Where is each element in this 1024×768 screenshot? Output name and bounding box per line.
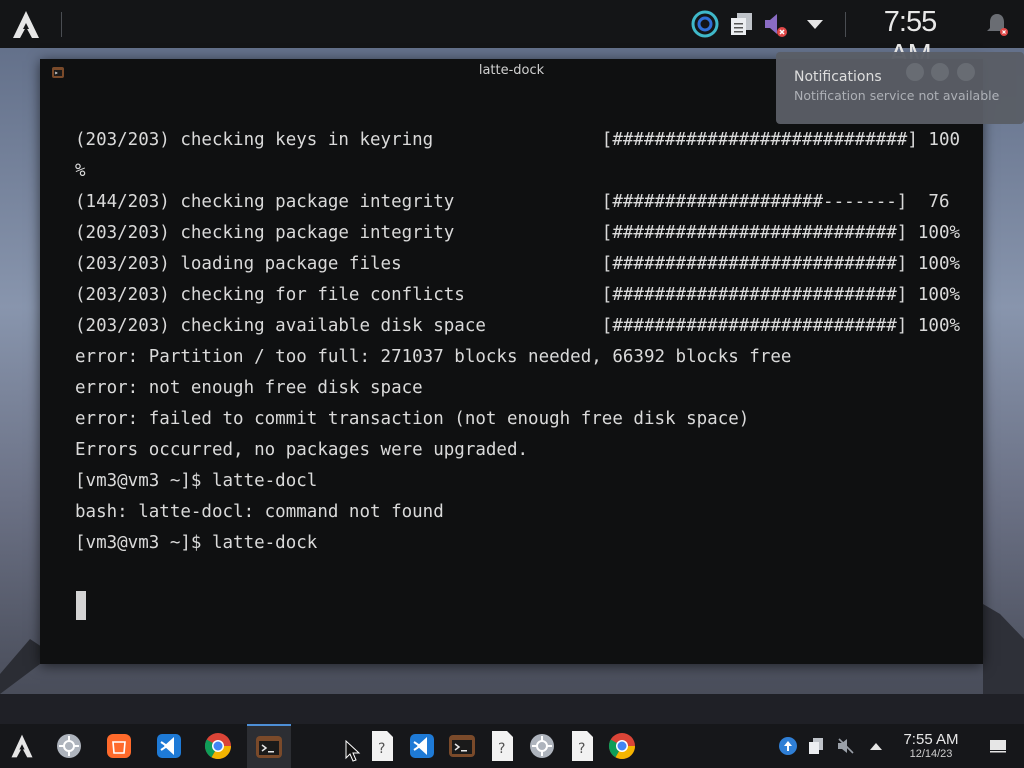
show-desktop-icon[interactable]	[978, 726, 1018, 766]
dock-clock[interactable]: 7:55 AM	[892, 732, 970, 747]
unknown-file-icon[interactable]: ?	[560, 726, 604, 766]
top-panel: 7:55 AM	[0, 0, 1024, 71]
close-icon[interactable]	[957, 63, 975, 81]
notification-button[interactable]	[931, 63, 949, 81]
panel-separator	[61, 12, 62, 37]
notification-message: Notification service not available	[794, 88, 1000, 103]
terminal-line: (203/203) checking package integrity [##…	[75, 223, 961, 243]
app-store-icon[interactable]	[97, 726, 141, 766]
arch-logo-icon[interactable]	[0, 726, 44, 766]
settings-icon[interactable]	[47, 726, 91, 766]
terminal-line: [vm3@vm3 ~]$ latte-docl	[75, 471, 318, 491]
terminal-icon[interactable]	[440, 726, 484, 766]
chrome-icon[interactable]	[600, 726, 644, 766]
terminal-window[interactable]: latte-dock (203/203) checking keys in ke…	[40, 59, 983, 664]
terminal-line: bash: latte-docl: command not found	[75, 502, 444, 522]
dock-date[interactable]: 12/14/23	[892, 748, 970, 760]
vscode-icon[interactable]	[147, 726, 191, 766]
unknown-file-icon[interactable]: ?	[480, 726, 524, 766]
chevron-up-icon[interactable]	[856, 726, 896, 766]
svg-text:?: ?	[578, 741, 585, 757]
vscode-icon[interactable]	[400, 726, 444, 766]
terminal-line: (203/203) checking keys in keyring [####…	[75, 130, 961, 150]
notification-popup[interactable]: Notifications Notification service not a…	[776, 52, 1024, 124]
notification-title: Notifications	[794, 69, 882, 85]
arch-logo-icon[interactable]	[10, 9, 42, 41]
notification-button[interactable]	[906, 63, 924, 81]
terminal-line: (144/203) checking package integrity [##…	[75, 192, 950, 212]
terminal-line: error: Partition / too full: 271037 bloc…	[75, 347, 792, 367]
notifications-disabled-icon[interactable]	[982, 9, 1012, 39]
terminal-line: error: failed to commit transaction (not…	[75, 409, 750, 429]
svg-text:?: ?	[378, 741, 385, 757]
bottom-dock: ? ? ? 7:55 AM 12/14/23	[0, 724, 1024, 768]
clipboard-icon[interactable]	[727, 9, 757, 39]
terminal-line: [vm3@vm3 ~]$ latte-dock	[75, 533, 318, 553]
unknown-file-icon[interactable]: ?	[360, 726, 404, 766]
terminal-cursor	[76, 591, 86, 620]
volume-muted-icon[interactable]	[760, 9, 790, 39]
terminal-output[interactable]: (203/203) checking keys in keyring [####…	[75, 125, 961, 590]
sync-icon[interactable]	[690, 9, 720, 39]
settings-icon[interactable]	[520, 726, 564, 766]
terminal-line: error: not enough free disk space	[75, 378, 423, 398]
panel-separator	[845, 12, 846, 37]
terminal-line: (203/203) checking available disk space …	[75, 316, 961, 336]
chevron-down-icon[interactable]	[800, 9, 830, 39]
mouse-cursor-icon	[345, 740, 361, 762]
svg-text:?: ?	[498, 741, 505, 757]
terminal-line: (203/203) checking for file conflicts [#…	[75, 285, 961, 305]
terminal-icon[interactable]	[247, 724, 291, 768]
terminal-line: (203/203) loading package files [#######…	[75, 254, 961, 274]
terminal-line: Errors occurred, no packages were upgrad…	[75, 440, 529, 460]
terminal-line: %	[75, 161, 86, 181]
chrome-icon[interactable]	[196, 726, 240, 766]
